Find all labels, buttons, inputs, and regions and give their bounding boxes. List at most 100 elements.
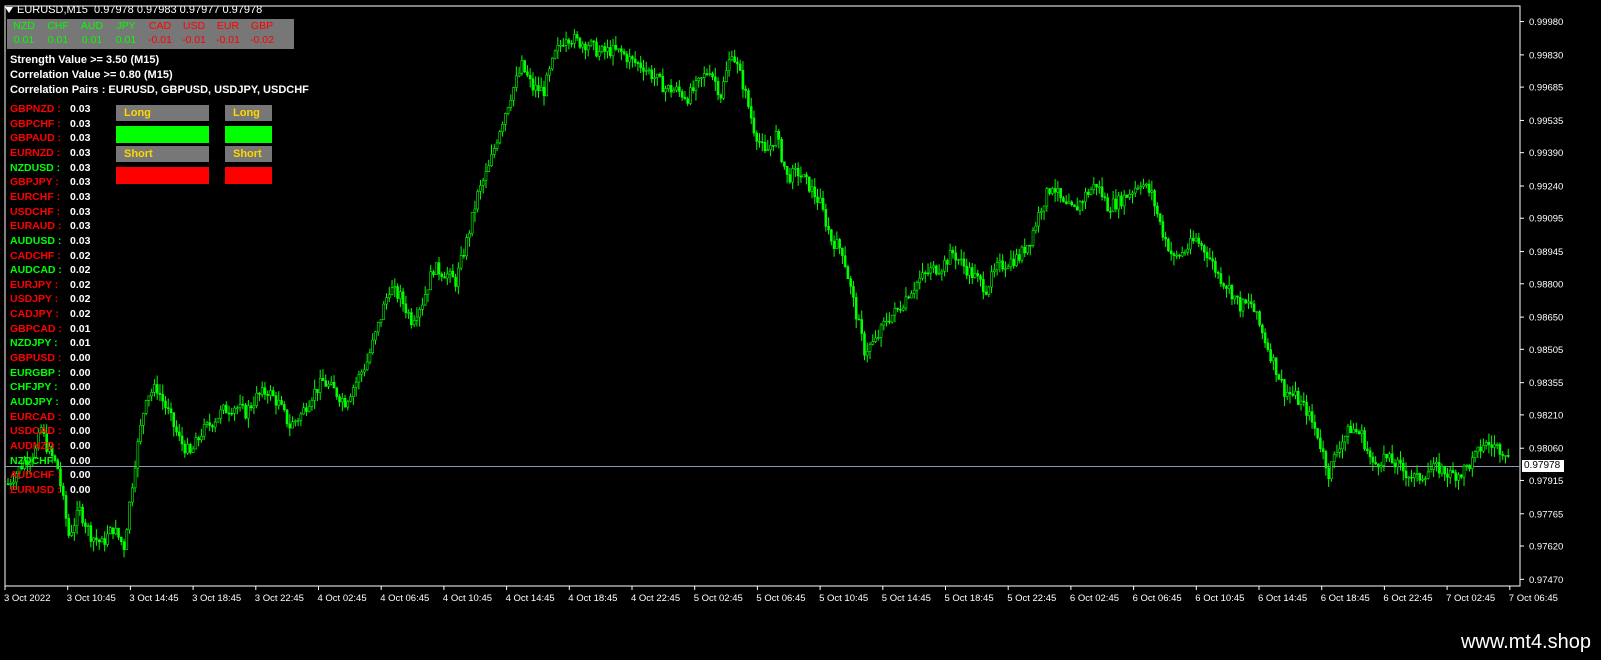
candle	[1379, 461, 1383, 473]
x-tick-label: 5 Oct 22:45	[1007, 593, 1056, 604]
candle	[1368, 447, 1372, 465]
candle	[691, 80, 695, 94]
candle	[1156, 202, 1159, 218]
candle	[213, 418, 217, 433]
candle	[669, 79, 673, 98]
x-tick-label: 5 Oct 18:45	[945, 593, 994, 604]
x-tick-label: 3 Oct 14:45	[129, 593, 178, 604]
candle	[968, 262, 971, 285]
candle	[1238, 291, 1242, 318]
candle	[528, 68, 532, 88]
y-tick-label: 0.98060	[1529, 444, 1563, 455]
pair-name: NZDCHF :	[10, 454, 60, 467]
candle	[1205, 246, 1209, 268]
quote-values: 0.97978 0.97983 0.97977 0.97978	[94, 4, 263, 16]
candle	[393, 278, 397, 298]
candle	[1465, 464, 1469, 471]
candle	[841, 247, 844, 264]
pair-row: GBPJPY : 0.03	[10, 176, 90, 188]
candle	[81, 503, 84, 527]
candle	[1131, 190, 1134, 204]
candle	[1407, 476, 1411, 487]
candle	[1225, 284, 1228, 298]
candle	[1153, 189, 1156, 217]
candle	[1139, 181, 1143, 195]
candle	[990, 265, 993, 294]
candle	[1189, 228, 1192, 255]
x-tick-label: 5 Oct 10:45	[819, 593, 868, 604]
candle	[562, 37, 565, 47]
short-button-2[interactable]: Short	[225, 146, 272, 162]
candle	[1263, 328, 1267, 348]
pair-row: USDCHF : 0.03	[10, 206, 90, 218]
candle	[219, 405, 223, 424]
candle	[747, 88, 750, 109]
pair-row: AUDUSD : 0.03	[10, 235, 90, 247]
pair-value: 0.00	[70, 396, 91, 408]
candle	[227, 405, 231, 422]
candle	[142, 412, 145, 435]
currency-strength-panel: NZD 0.01 CHF 0.01 AUD 0.01 JPY 0.01 CAD -0.01 USD -…	[7, 19, 294, 49]
candle	[197, 435, 200, 447]
long-signal-bar-2	[225, 126, 272, 143]
candle	[365, 353, 369, 371]
pair-value: 0.03	[70, 146, 91, 159]
candle	[802, 174, 806, 178]
candle	[346, 399, 350, 411]
candle	[1081, 199, 1085, 212]
long-button-1[interactable]: Long	[116, 105, 209, 121]
candle	[1175, 250, 1178, 260]
candle	[1233, 295, 1237, 305]
candle	[995, 257, 999, 276]
candle	[139, 418, 142, 445]
candle	[788, 167, 792, 185]
candle	[437, 257, 441, 281]
pair-name: AUDCAD :	[10, 264, 62, 277]
candle	[733, 49, 736, 64]
candle	[1158, 213, 1162, 226]
candle	[1457, 472, 1460, 490]
long-button-2[interactable]: Long	[225, 105, 272, 121]
pair-name: CADJPY :	[10, 308, 59, 321]
candle	[752, 110, 756, 137]
candle	[368, 348, 372, 365]
candle	[73, 518, 76, 541]
candle	[1269, 343, 1272, 364]
candle	[1473, 450, 1477, 463]
currency-name-chf: CHF	[47, 20, 69, 32]
dropdown-arrow-icon[interactable]	[5, 7, 13, 14]
candle	[1424, 476, 1427, 486]
candle	[506, 106, 510, 116]
candle	[625, 50, 629, 69]
pair-name: AUDCHF :	[10, 469, 61, 482]
candle	[622, 48, 626, 56]
candle	[796, 162, 800, 186]
candle	[396, 283, 399, 303]
candle	[843, 246, 847, 269]
candle	[462, 248, 466, 259]
candle	[1341, 434, 1344, 459]
short-signal-bar-2	[225, 167, 272, 184]
pair-name: EURJPY :	[10, 278, 59, 291]
pair-row: EURNZD : 0.03	[10, 147, 90, 159]
candle	[249, 402, 253, 412]
candle	[382, 300, 386, 320]
candle	[512, 86, 515, 107]
candle	[67, 513, 71, 539]
candle	[904, 287, 908, 311]
pair-value: 0.03	[70, 205, 91, 218]
candle	[1283, 378, 1286, 407]
candle	[360, 369, 363, 383]
candle	[1274, 357, 1278, 382]
candle	[1487, 433, 1491, 454]
candle	[404, 295, 408, 319]
candle	[1285, 384, 1289, 401]
candle	[852, 280, 855, 308]
pair-name: USDCAD :	[10, 425, 62, 438]
candle	[166, 398, 170, 415]
candle	[1330, 461, 1333, 482]
short-button-1[interactable]: Short	[116, 146, 209, 162]
candle	[675, 81, 678, 93]
candle	[313, 379, 316, 410]
pair-value: 0.00	[70, 410, 91, 423]
